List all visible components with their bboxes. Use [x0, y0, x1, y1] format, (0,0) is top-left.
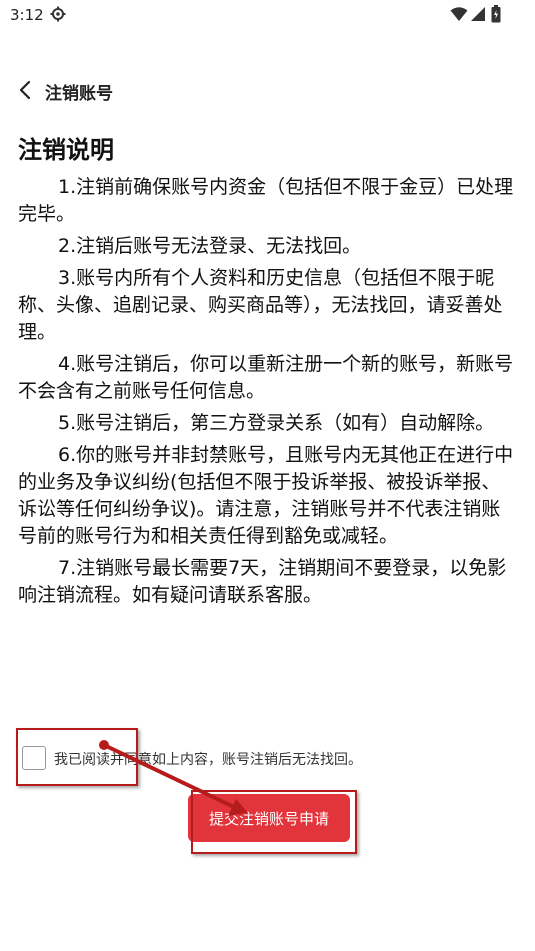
status-time: 3:12: [10, 6, 44, 24]
cancellation-instructions: 注销说明 1.注销前确保账号内资金（包括但不限于金豆）已处理完毕。 2.注销后账…: [18, 132, 518, 614]
header: 注销账号: [0, 70, 535, 110]
instruction-item: 2.注销后账号无法登录、无法找回。: [58, 235, 362, 257]
instruction-item: 1.注销前确保账号内资金（包括但不限于金豆）已处理完毕。: [18, 176, 514, 225]
signal-icon: [471, 7, 485, 21]
gear-icon: [50, 6, 66, 22]
highlight-box-checkbox: [16, 728, 138, 786]
instruction-item: 3.账号内所有个人资料和历史信息（包括但不限于昵称、头像、追剧记录、购买商品等）…: [18, 267, 503, 343]
instruction-item: 5.账号注销后，第三方登录关系（如有）自动解除。: [58, 412, 495, 434]
highlight-box-submit: [191, 790, 357, 854]
section-title: 注销说明: [18, 136, 114, 164]
instruction-item: 4.账号注销后，你可以重新注册一个新的账号，新账号不会含有之前账号任何信息。: [18, 353, 514, 402]
instruction-item: 6.你的账号并非封禁账号，且账号内无其他正在进行中的业务及争议纠纷(包括但不限于…: [18, 444, 514, 547]
status-bar: 3:12: [0, 0, 535, 30]
instruction-item: 7.注销账号最长需要7天，注销期间不要登录，以免影响注销流程。如有疑问请联系客服…: [18, 557, 507, 606]
battery-icon: [491, 5, 501, 23]
page-title: 注销账号: [45, 84, 113, 104]
wifi-icon: [450, 7, 468, 21]
chevron-left-icon[interactable]: [14, 78, 38, 102]
